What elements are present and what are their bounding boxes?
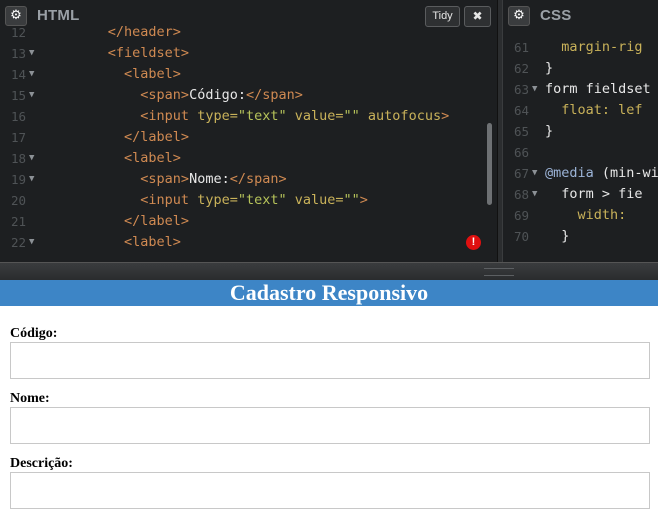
code-text: </label>	[124, 129, 190, 145]
line-number: 63	[513, 82, 529, 97]
line-number: 66	[513, 145, 529, 160]
code-text: width:	[577, 207, 627, 223]
code-text: <input type="text" value="">	[140, 192, 368, 208]
fold-arrow-icon[interactable]: ▼	[29, 64, 34, 85]
code-text: <input type="text" value="" autofocus>	[140, 108, 450, 124]
line-number: 12	[10, 25, 26, 40]
code-line[interactable]: 19 ▼ <span>Nome:</span>	[0, 169, 497, 190]
line-number: 14	[10, 67, 26, 82]
fold-arrow-icon[interactable]: ▼	[29, 85, 34, 106]
line-number: 18	[10, 151, 26, 166]
line-number: 13	[10, 46, 26, 61]
css-editor-pane: ⚙ CSS 61 margin-rig 62} 63 ▼ form fieldset 64 f…	[503, 0, 658, 262]
code-text: <fieldset>	[107, 45, 190, 61]
code-line[interactable]: 61 margin-rig	[503, 37, 658, 58]
code-line[interactable]: 18 ▼ <label>	[0, 148, 497, 169]
resize-handle[interactable]	[0, 262, 658, 280]
fold-arrow-icon[interactable]: ▼	[532, 163, 537, 184]
line-number: 16	[10, 109, 26, 124]
html-code-editor[interactable]: 12 </header> 13 ▼ <fieldset> 14 ▼ <label> 15 ▼ <sp…	[0, 24, 497, 262]
line-number: 15	[10, 88, 26, 103]
fold-arrow-icon[interactable]: ▼	[29, 169, 34, 190]
descricao-label: Descrição:	[10, 456, 73, 471]
code-text: float: lef	[561, 102, 643, 118]
html-editor-scrollbar[interactable]	[487, 123, 492, 205]
code-line[interactable]: 62}	[503, 58, 658, 79]
descricao-input[interactable]	[10, 472, 650, 509]
css-pane-title: CSS	[540, 7, 572, 24]
code-line[interactable]: 63 ▼ form fieldset	[503, 79, 658, 100]
code-line[interactable]: 65}	[503, 121, 658, 142]
line-number: 61	[513, 40, 529, 55]
code-text: }	[545, 123, 554, 139]
line-number: 62	[513, 61, 529, 76]
code-line[interactable]: 20 <input type="text" value="">	[0, 190, 497, 211]
line-number: 64	[513, 103, 529, 118]
fold-arrow-icon[interactable]: ▼	[532, 79, 537, 100]
html-editor-pane: ⚙ HTML Tidy ✖ 12 </header> 13 ▼ <fieldset> 14…	[0, 0, 497, 262]
line-number: 19	[10, 172, 26, 187]
codigo-label: Código:	[10, 326, 58, 341]
gear-icon[interactable]: ⚙	[508, 6, 530, 26]
line-number: 22	[10, 235, 26, 250]
grip-icon	[484, 268, 514, 276]
code-text: margin-rig	[561, 39, 643, 55]
code-line[interactable]: 17 </label>	[0, 127, 497, 148]
code-line[interactable]: 16 <input type="text" value="" autofocus>	[0, 106, 497, 127]
code-text: <label>	[124, 234, 181, 250]
preview-pane: Cadastro Responsivo Código: Nome: Descri…	[0, 280, 658, 532]
line-number: 69	[513, 208, 529, 223]
code-line[interactable]: 64 float: lef	[503, 100, 658, 121]
code-text: <span>Código:</span>	[140, 87, 303, 103]
editor-area: ⚙ HTML Tidy ✖ 12 </header> 13 ▼ <fieldset> 14…	[0, 0, 658, 262]
css-code-editor[interactable]: 61 margin-rig 62} 63 ▼ form fieldset 64 float: …	[503, 32, 658, 262]
css-pane-header: ⚙ CSS	[503, 0, 658, 32]
code-text: <label>	[124, 66, 181, 82]
fold-arrow-icon[interactable]: ▼	[532, 184, 537, 205]
code-line[interactable]: 66	[503, 142, 658, 163]
code-line[interactable]: 22 ▼ <label>	[0, 232, 497, 253]
code-line[interactable]: 70}	[503, 226, 658, 247]
fold-arrow-icon[interactable]: ▼	[29, 232, 34, 253]
fold-arrow-icon[interactable]: ▼	[29, 43, 34, 64]
code-line[interactable]: 69 width:	[503, 205, 658, 226]
line-number: 68	[513, 187, 529, 202]
line-number: 21	[10, 214, 26, 229]
code-line[interactable]: 68 ▼ form > fie	[503, 184, 658, 205]
code-line[interactable]: 15 ▼ <span>Código:</span>	[0, 85, 497, 106]
code-line[interactable]: 14 ▼ <label>	[0, 64, 497, 85]
code-text: }	[561, 228, 570, 244]
nome-label: Nome:	[10, 391, 50, 406]
line-number: 65	[513, 124, 529, 139]
line-number: 67	[513, 166, 529, 181]
code-text: @media (min-wi	[545, 165, 658, 181]
code-text: </header>	[107, 24, 181, 40]
code-line[interactable]: 12 </header>	[0, 22, 497, 43]
codigo-input[interactable]	[10, 342, 650, 379]
code-text: </label>	[124, 213, 190, 229]
line-number: 17	[10, 130, 26, 145]
line-number: 20	[10, 193, 26, 208]
page-title: Cadastro Responsivo	[0, 280, 658, 306]
warning-icon[interactable]: !	[466, 235, 481, 250]
code-line[interactable]: 21 </label>	[0, 211, 497, 232]
line-number: 70	[513, 229, 529, 244]
code-text: <span>Nome:</span>	[140, 171, 287, 187]
code-text: }	[545, 60, 554, 76]
code-text: <label>	[124, 150, 181, 166]
code-text: form > fie	[561, 186, 643, 202]
code-text: form fieldset	[545, 81, 651, 97]
nome-input[interactable]	[10, 407, 650, 444]
fold-arrow-icon[interactable]: ▼	[29, 148, 34, 169]
code-line[interactable]: 67 ▼ @media (min-wi	[503, 163, 658, 184]
code-line[interactable]: 13 ▼ <fieldset>	[0, 43, 497, 64]
